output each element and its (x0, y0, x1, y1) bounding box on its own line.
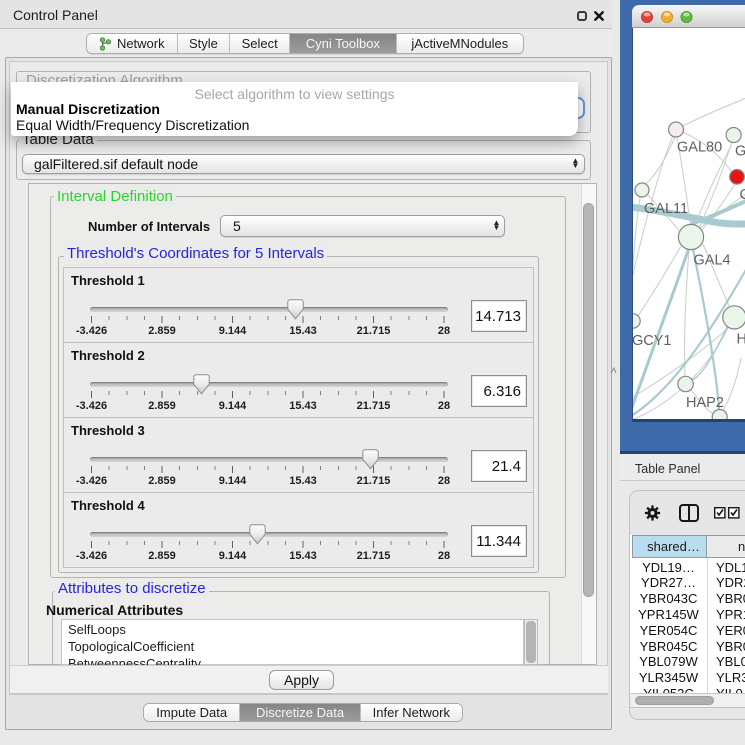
svg-text:GA: GA (735, 144, 745, 160)
svg-text:H: H (737, 332, 745, 348)
svg-text:CY: CY (740, 187, 745, 203)
svg-text:GAL4: GAL4 (694, 253, 731, 269)
svg-text:GCY1: GCY1 (633, 333, 672, 349)
svg-text:HAP2: HAP2 (686, 395, 724, 411)
svg-text:GAL11: GAL11 (644, 201, 688, 217)
svg-text:GAL80: GAL80 (677, 140, 722, 156)
